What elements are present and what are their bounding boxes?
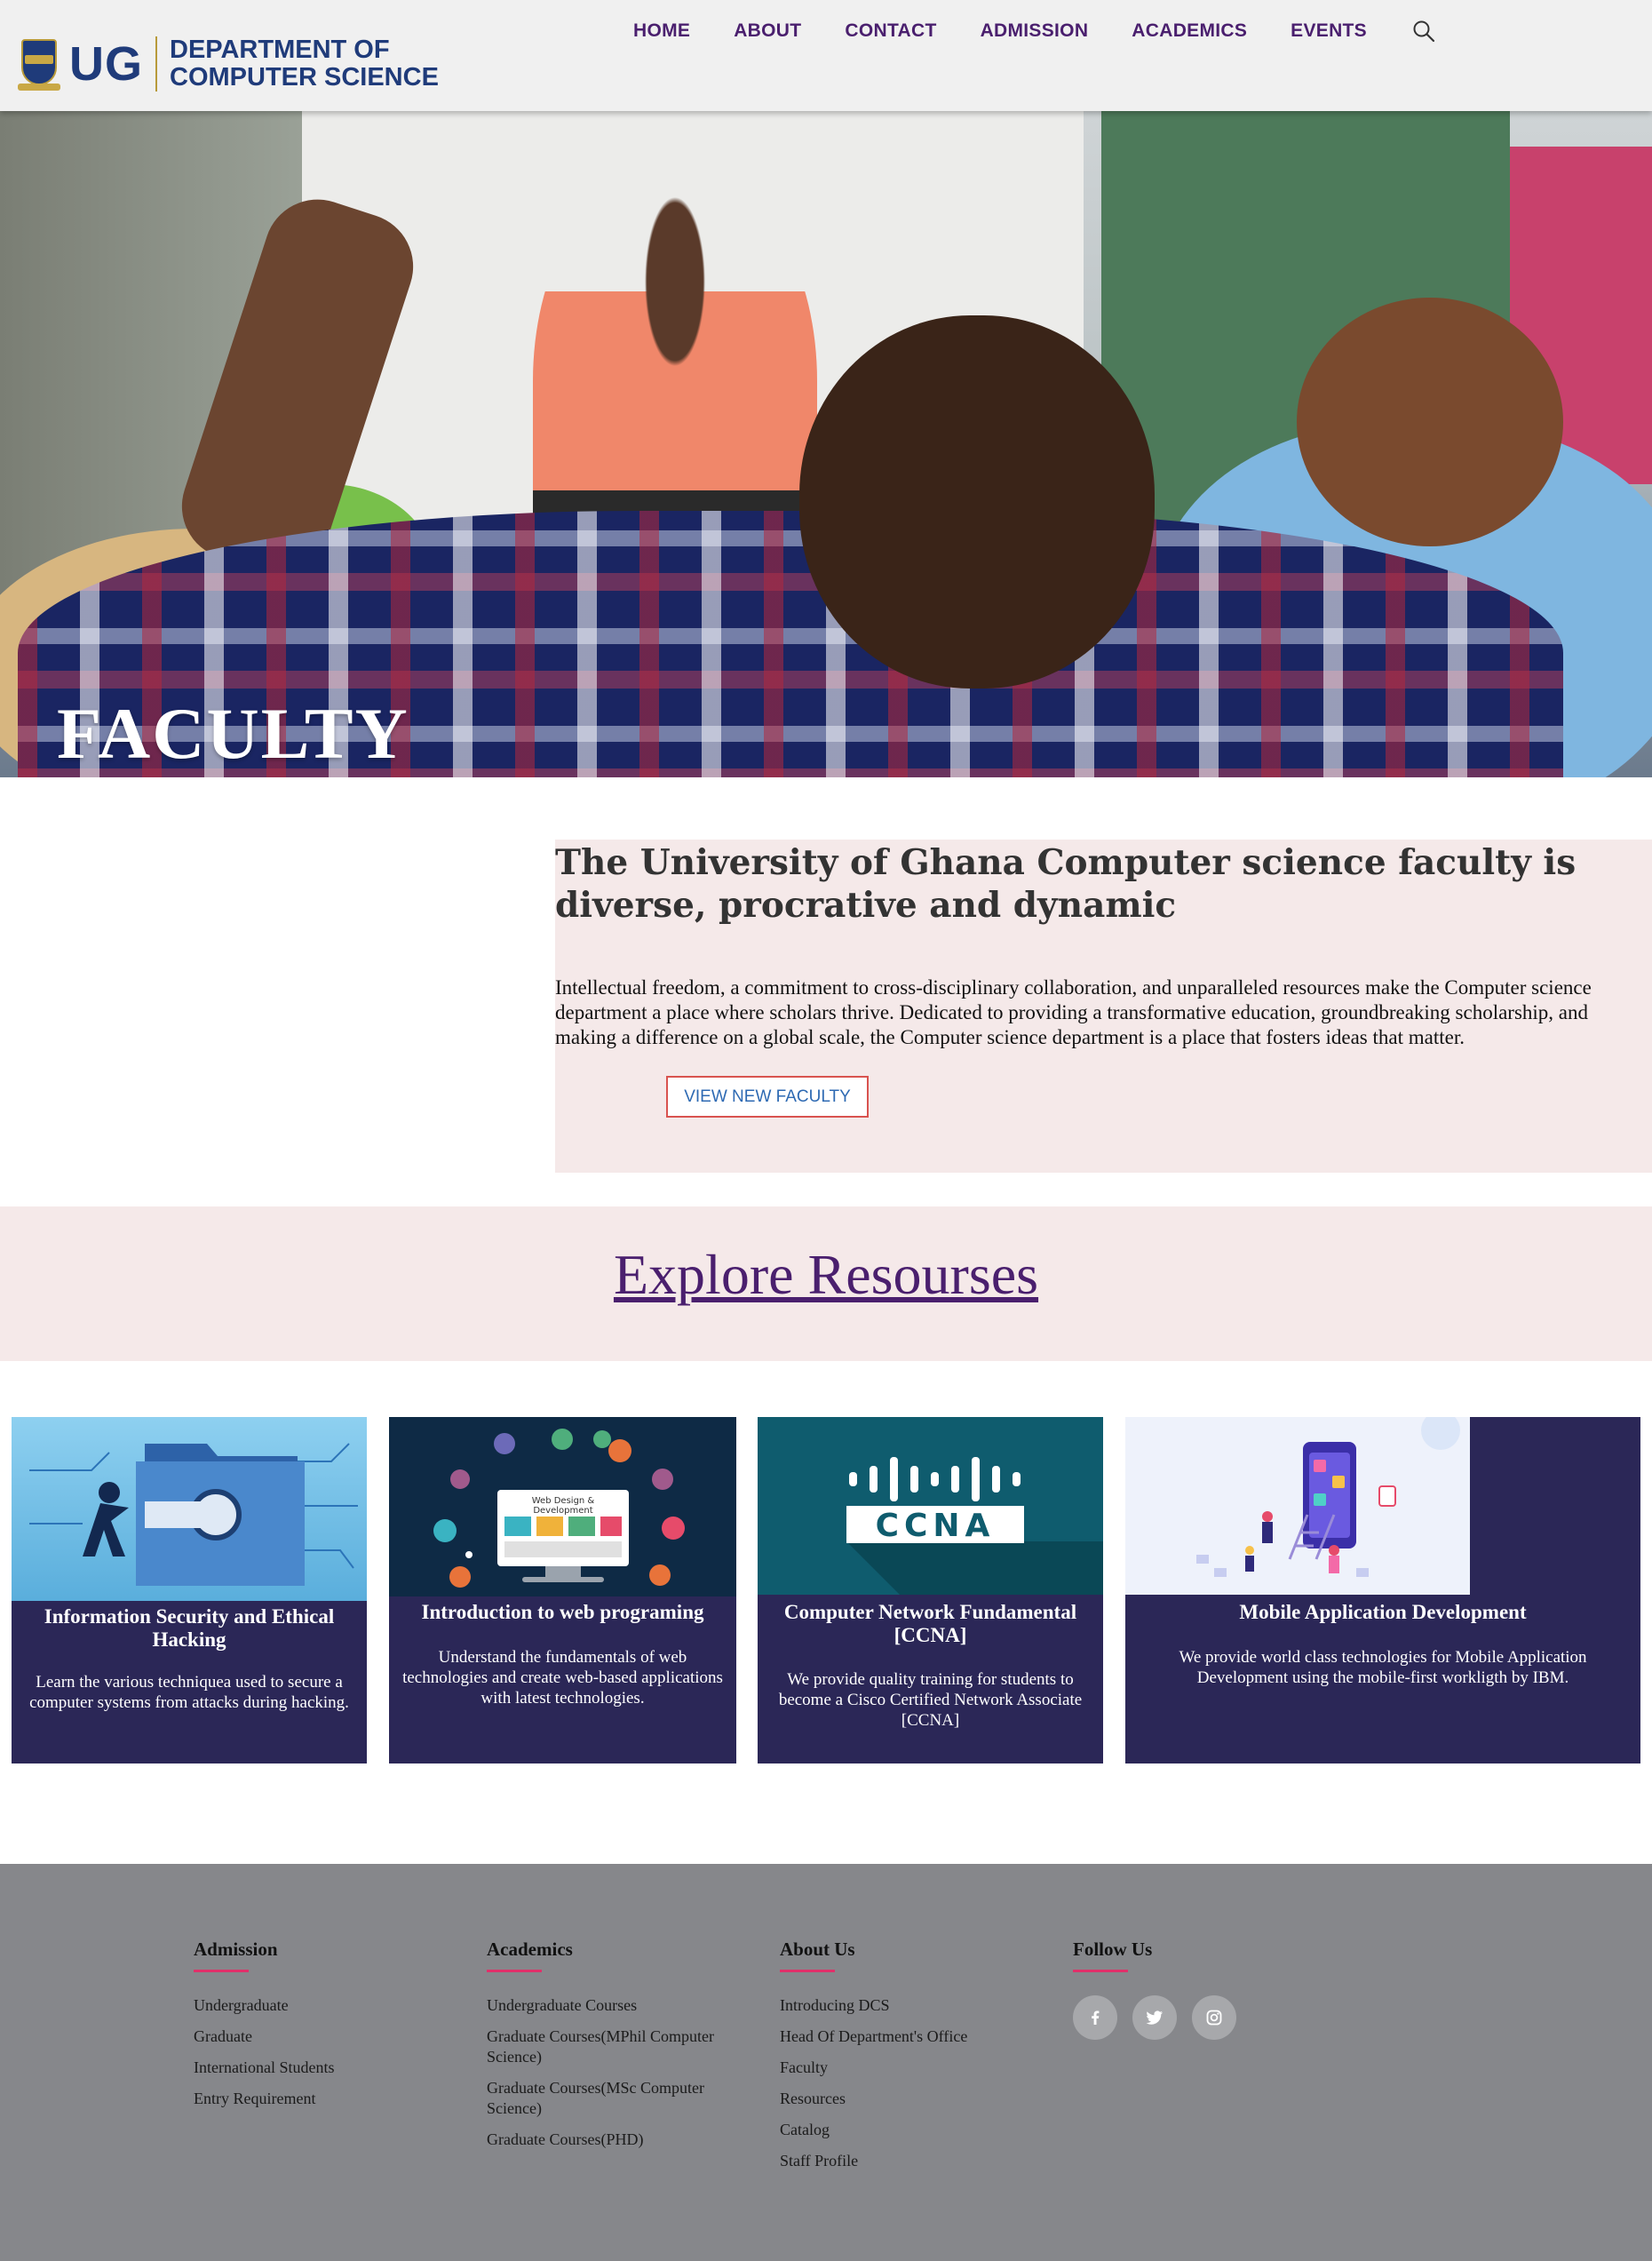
footer-heading: Academics [487, 1939, 573, 1960]
nav-events[interactable]: EVENTS [1291, 20, 1367, 42]
footer-heading: About Us [780, 1939, 855, 1960]
footer-link[interactable]: International Students [194, 2058, 460, 2078]
nav-academics[interactable]: ACADEMICS [1132, 20, 1247, 42]
card-title: Information Security and Ethical Hacking [44, 1605, 335, 1651]
resource-card[interactable]: Web Design & Development Introduction to… [389, 1417, 736, 1763]
nav-contact[interactable]: CONTACT [845, 20, 936, 42]
web-design-caption: Web Design & [532, 1496, 595, 1506]
ccna-illustration: CCNA [758, 1417, 1103, 1595]
footer-link[interactable]: Resources [780, 2089, 1046, 2109]
card-description: Learn the various techniquea used to sec… [29, 1673, 349, 1712]
footer-link[interactable]: Entry Requirement [194, 2089, 460, 2109]
resource-card[interactable]: Information Security and Ethical Hacking… [12, 1417, 367, 1763]
card-description: Understand the fundamentals of web techn… [402, 1648, 723, 1708]
view-new-faculty-button[interactable]: VIEW NEW FACULTY [666, 1076, 869, 1118]
logo-mark: UG [69, 37, 143, 91]
explore-resources-link[interactable]: Explore Resourses [0, 1242, 1652, 1308]
footer-column-about: About Us Introducing DCS Head Of Departm… [780, 1939, 1046, 2182]
web-design-caption: Development [533, 1506, 592, 1516]
footer-heading: Follow Us [1073, 1939, 1153, 1960]
resource-card[interactable]: CCNA Computer Network Fundamental [CCNA]… [758, 1417, 1103, 1763]
intro-body: Intellectual freedom, a commitment to cr… [555, 976, 1592, 1048]
mobile-app-illustration [1125, 1417, 1470, 1595]
footer-column-follow: Follow Us [1073, 1939, 1339, 2040]
footer-heading-underline [1073, 1970, 1128, 1972]
nav-about[interactable]: ABOUT [734, 20, 801, 42]
logo-text: DEPARTMENT OF COMPUTER SCIENCE [170, 36, 439, 92]
faculty-intro: The University of Ghana Computer science… [555, 840, 1652, 1173]
web-design-illustration: Web Design & Development [389, 1417, 736, 1596]
footer-link[interactable]: Undergraduate [194, 1995, 460, 2016]
hero-banner: FACULTY [0, 111, 1652, 777]
footer-column-academics: Academics Undergraduate Courses Graduate… [487, 1939, 753, 2161]
twitter-icon[interactable] [1132, 1995, 1177, 2040]
site-footer: Admission Undergraduate Graduate Interna… [0, 1864, 1652, 2261]
hero-student-head [799, 315, 1155, 689]
logo-divider [155, 36, 157, 92]
footer-link[interactable]: Faculty [780, 2058, 1046, 2078]
card-title: Mobile Application Development [1239, 1601, 1527, 1623]
hero-title: FACULTY [57, 693, 409, 774]
footer-column-admission: Admission Undergraduate Graduate Interna… [194, 1939, 460, 2120]
logo-text-line2: COMPUTER SCIENCE [170, 63, 439, 92]
card-description: We provide world class technologies for … [1179, 1648, 1587, 1687]
footer-link[interactable]: Graduate Courses(MPhil Computer Science) [487, 2026, 753, 2067]
footer-link[interactable]: Graduate Courses(MSc Computer Science) [487, 2078, 753, 2119]
card-description: We provide quality training for students… [778, 1670, 1083, 1730]
footer-link[interactable]: Head Of Department's Office [780, 2026, 1046, 2047]
card-title: Introduction to web programing [421, 1601, 704, 1623]
hero-student [1297, 298, 1563, 546]
footer-link[interactable]: Graduate [194, 2026, 460, 2047]
footer-heading-underline [487, 1970, 542, 1972]
footer-link[interactable]: Catalog [780, 2120, 1046, 2140]
nav-admission[interactable]: ADMISSION [981, 20, 1089, 42]
site-logo[interactable]: UG DEPARTMENT OF COMPUTER SCIENCE [18, 36, 439, 92]
social-links [1073, 1995, 1339, 2040]
logo-text-line1: DEPARTMENT OF [170, 36, 390, 64]
ccna-logo-text: CCNA [876, 1508, 996, 1544]
facebook-icon[interactable] [1073, 1995, 1117, 2040]
footer-link[interactable]: Introducing DCS [780, 1995, 1046, 2016]
security-illustration [12, 1417, 367, 1601]
footer-link[interactable]: Undergraduate Courses [487, 1995, 753, 2016]
search-icon[interactable] [1412, 20, 1435, 43]
explore-section: Explore Resourses [0, 1206, 1652, 1361]
instagram-icon[interactable] [1192, 1995, 1236, 2040]
card-title: Computer Network Fundamental [CCNA] [783, 1601, 1077, 1646]
nav-home[interactable]: HOME [633, 20, 690, 42]
footer-heading-underline [194, 1970, 249, 1972]
footer-heading-underline [780, 1970, 835, 1972]
footer-link[interactable]: Staff Profile [780, 2151, 1046, 2171]
footer-link[interactable]: Graduate Courses(PHD) [487, 2130, 753, 2150]
main-nav: HOME ABOUT CONTACT ADMISSION ACADEMICS E… [633, 20, 1435, 43]
footer-heading: Admission [194, 1939, 278, 1960]
resource-card[interactable]: Mobile Application Development We provid… [1125, 1417, 1640, 1763]
intro-title: The University of Ghana Computer science… [555, 842, 1577, 926]
crest-icon [18, 36, 60, 92]
site-header: UG DEPARTMENT OF COMPUTER SCIENCE HOME A… [0, 0, 1652, 111]
